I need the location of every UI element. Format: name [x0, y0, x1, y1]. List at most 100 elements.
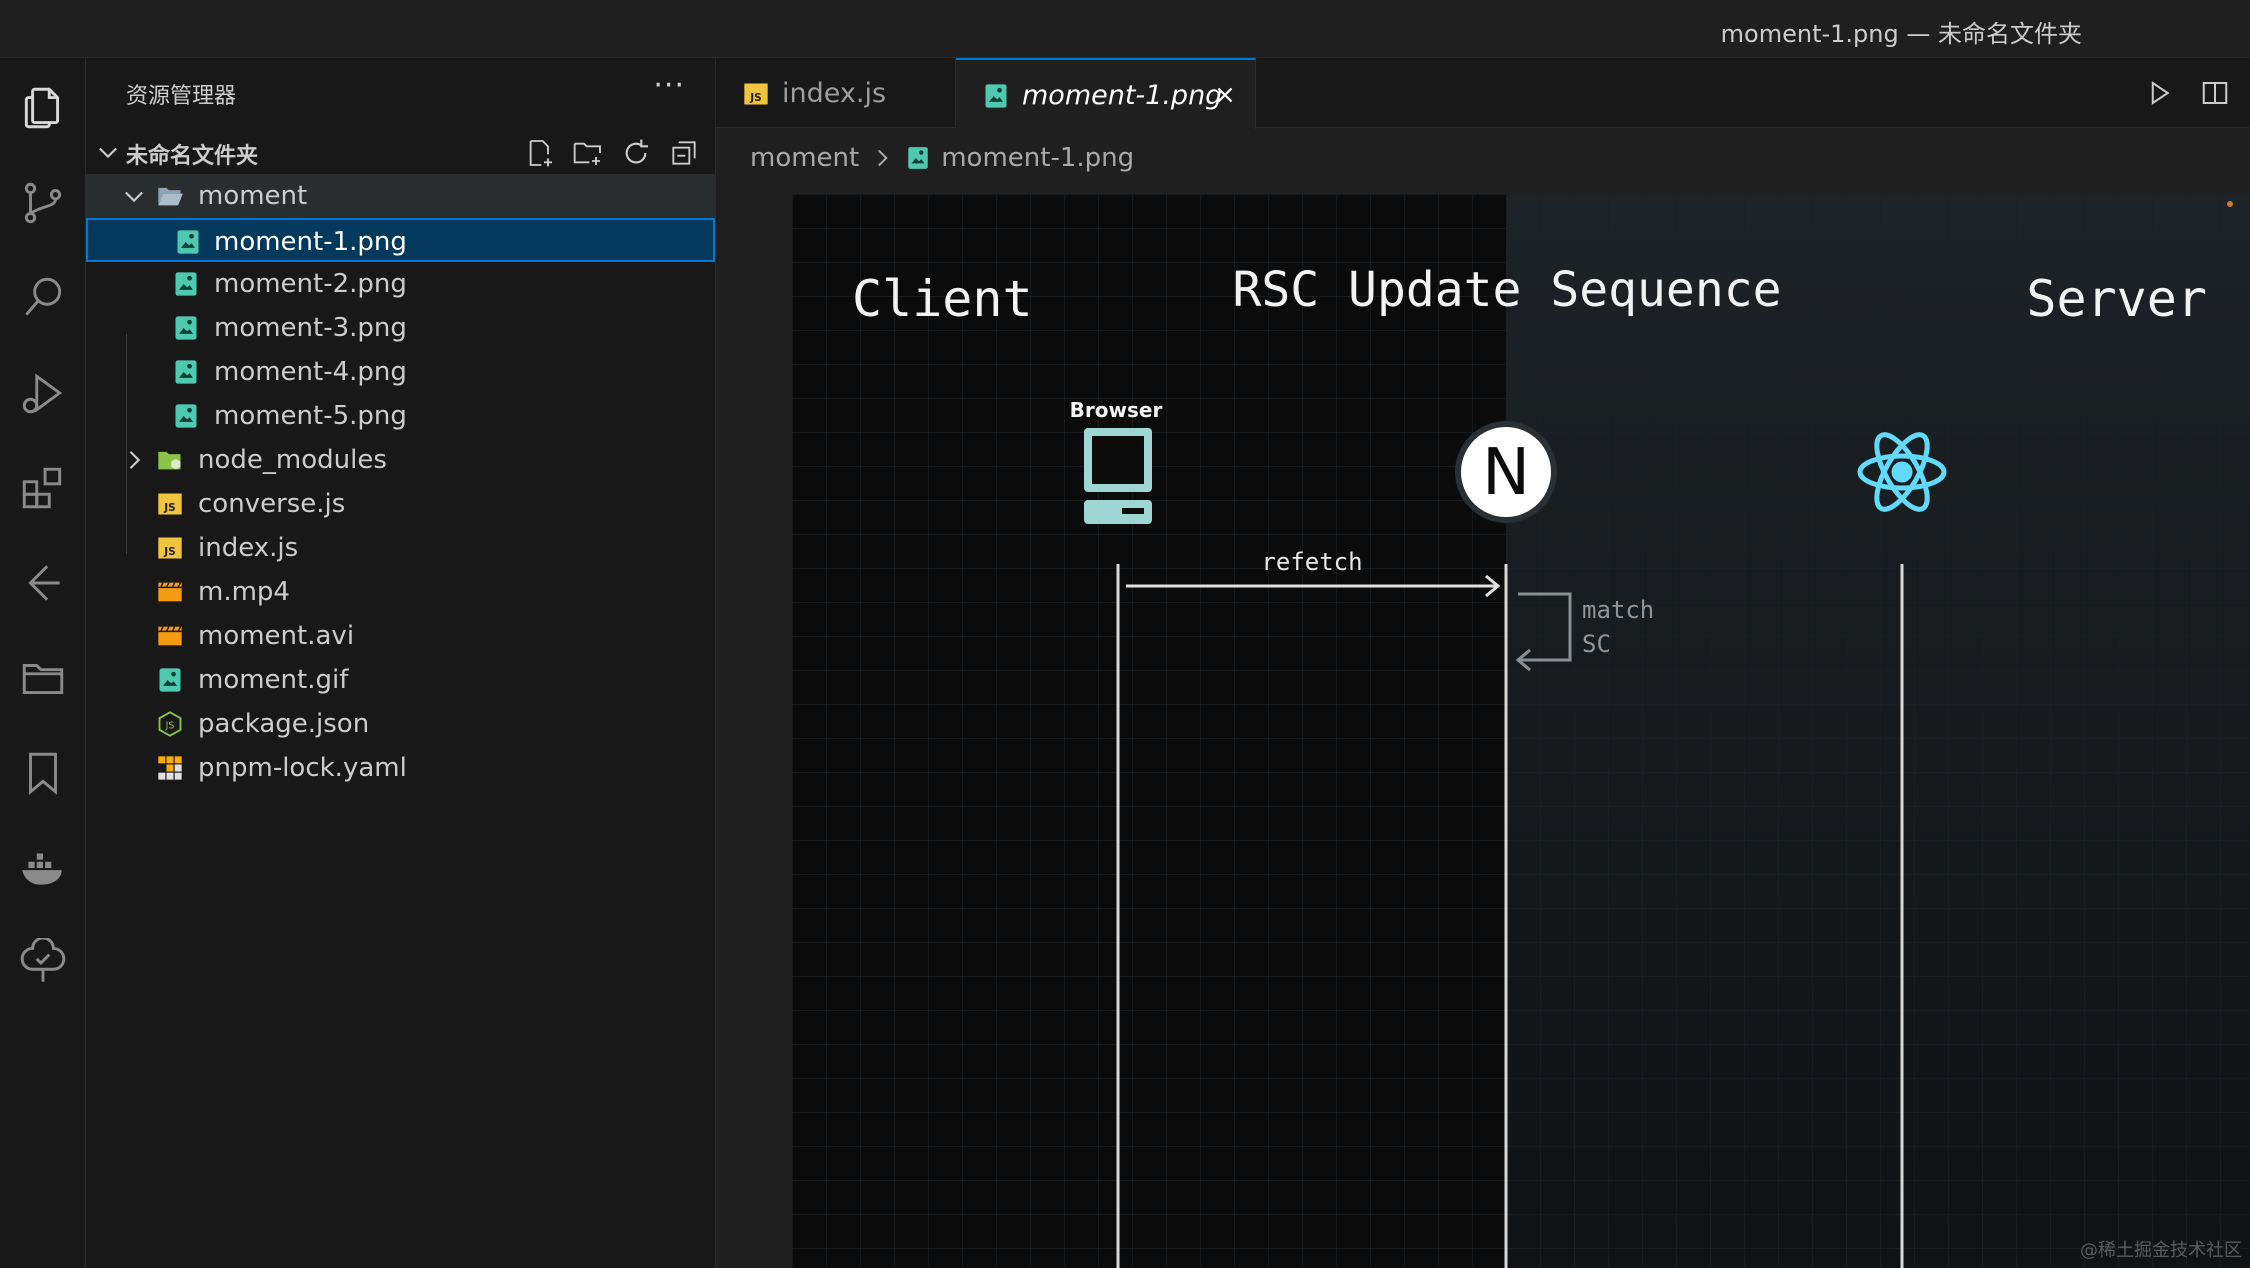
tree-item-label: converse.js [198, 489, 346, 519]
tree-item-package-json[interactable]: JS package.json [86, 702, 715, 746]
image-file-icon [175, 272, 197, 296]
folder-icon[interactable] [0, 638, 86, 718]
new-file-button[interactable] [523, 136, 557, 170]
client-heading: Client [852, 270, 1033, 328]
tab-label: index.js [782, 78, 887, 109]
breadcrumb-file[interactable]: moment-1.png [941, 143, 1134, 173]
match-label-line1: match [1582, 596, 1654, 624]
image-file-icon [175, 404, 197, 428]
chevron-down-icon [99, 147, 117, 159]
breadcrumb: moment moment-1.png [750, 136, 1134, 180]
explorer-icon[interactable] [0, 68, 86, 148]
js-file-icon: JS [158, 537, 182, 559]
tree-item-label: moment [198, 181, 308, 211]
pnpm-icon [158, 756, 182, 780]
tree-item-moment-3[interactable]: moment-3.png [86, 306, 715, 350]
chevron-right-icon [129, 451, 141, 469]
tree-item-label: package.json [198, 709, 370, 739]
next-logo-letter: N [1482, 436, 1530, 510]
new-folder-icon [573, 142, 601, 165]
tree-item-m-mp4[interactable]: m.mp4 [86, 570, 715, 614]
bookmark-icon[interactable] [0, 733, 86, 813]
remote-explorer-icon[interactable] [0, 543, 86, 623]
chevron-down-icon [125, 191, 143, 203]
split-editor-icon[interactable] [2200, 78, 2230, 108]
browser-computer-icon [1084, 428, 1152, 524]
svg-text:JS: JS [163, 502, 175, 514]
tree-item-label: moment.gif [198, 665, 349, 695]
video-file-icon [158, 626, 182, 646]
tree-item-label: index.js [198, 533, 299, 563]
close-icon[interactable] [1212, 82, 1238, 108]
tree-item-label: node_modules [198, 445, 387, 475]
tree-item-label: moment-3.png [214, 313, 407, 343]
image-file-icon [159, 668, 181, 692]
tree-item-label: moment-4.png [214, 357, 407, 387]
collapse-all-button[interactable] [667, 136, 701, 170]
collapse-all-icon [672, 141, 696, 165]
sidebar-header: 资源管理器 [126, 84, 237, 109]
refresh-icon [625, 139, 648, 164]
new-file-icon [529, 140, 552, 167]
diagram-title: RSC Update Sequence [1232, 262, 1781, 318]
tab-moment-1-png[interactable]: moment-1.png [956, 58, 1256, 129]
tree-item-label: moment-5.png [214, 401, 407, 431]
workspace-folder[interactable]: 未命名文件夹 [86, 132, 715, 172]
tab-index-js[interactable]: JS index.js [716, 58, 956, 128]
run-debug-icon[interactable] [0, 353, 86, 433]
tree-item-label: m.mp4 [198, 577, 290, 607]
new-folder-button[interactable] [571, 136, 605, 170]
tree-check-icon[interactable] [0, 923, 86, 1003]
video-file-icon [158, 582, 182, 602]
tree-item-moment-1[interactable]: moment-1.png [86, 218, 715, 262]
tree-item-moment-2[interactable]: moment-2.png [86, 262, 715, 306]
tree-item-moment-avi[interactable]: moment.avi [86, 614, 715, 658]
tab-label: moment-1.png [1022, 80, 1223, 111]
image-file-icon [908, 147, 928, 169]
run-icon[interactable] [2144, 78, 2174, 108]
tree-item-moment-4[interactable]: moment-4.png [86, 350, 715, 394]
node-modules-folder-icon [158, 451, 181, 470]
browser-label: Browser [1070, 398, 1163, 422]
tree-item-converse-js[interactable]: JS converse.js [86, 482, 715, 526]
explorer-sidebar: 资源管理器 ··· 未命名文件夹 moment moment-1.png mom… [86, 58, 716, 1268]
more-actions-button[interactable]: ··· [653, 68, 685, 103]
js-file-icon: JS [744, 83, 768, 105]
tree-item-moment-5[interactable]: moment-5.png [86, 394, 715, 438]
tree-item-moment-gif[interactable]: moment.gif [86, 658, 715, 702]
tree-item-label: moment-2.png [214, 269, 407, 299]
activity-bar [0, 58, 86, 1268]
svg-text:JS: JS [165, 721, 175, 732]
workspace-folder-name: 未命名文件夹 [126, 144, 259, 169]
image-preview: Client RSC Update Sequence Server Browse… [792, 194, 2250, 1268]
tree-item-pnpm-lock[interactable]: pnpm-lock.yaml [86, 746, 715, 790]
watermark: @稀土掘金技术社区 [2080, 1240, 2242, 1261]
refetch-label: refetch [1261, 548, 1362, 576]
chevron-right-icon [878, 149, 888, 167]
breadcrumb-folder[interactable]: moment [750, 143, 859, 173]
match-label-line2: SC [1582, 630, 1611, 658]
extensions-icon[interactable] [0, 448, 86, 528]
tree-item-moment[interactable]: moment [86, 174, 715, 218]
orange-dot [2227, 201, 2233, 207]
refresh-button[interactable] [619, 136, 653, 170]
open-folder-icon [158, 187, 183, 206]
nextjs-logo: N [1455, 421, 1557, 523]
tree-item-label: moment-1.png [214, 227, 407, 257]
tab-bar: JS index.js moment-1.png [716, 58, 2250, 129]
docker-icon[interactable] [0, 828, 86, 908]
nodejs-icon: JS [158, 711, 182, 737]
tree-item-index-js[interactable]: JS index.js [86, 526, 715, 570]
image-file-icon [175, 316, 197, 340]
tree-item-node-modules[interactable]: node_modules [86, 438, 715, 482]
title-bar: moment-1.png — 未命名文件夹 [0, 0, 2250, 58]
image-file-icon [985, 84, 1007, 108]
search-icon[interactable] [0, 258, 86, 338]
svg-text:JS: JS [163, 546, 175, 558]
tree-item-label: pnpm-lock.yaml [198, 753, 407, 783]
js-file-icon: JS [158, 493, 182, 515]
tree-item-label: moment.avi [198, 621, 355, 651]
source-control-icon[interactable] [0, 163, 86, 243]
server-heading: Server [2026, 270, 2207, 328]
editor-area: JS index.js moment-1.png moment moment-1… [716, 58, 2250, 1268]
